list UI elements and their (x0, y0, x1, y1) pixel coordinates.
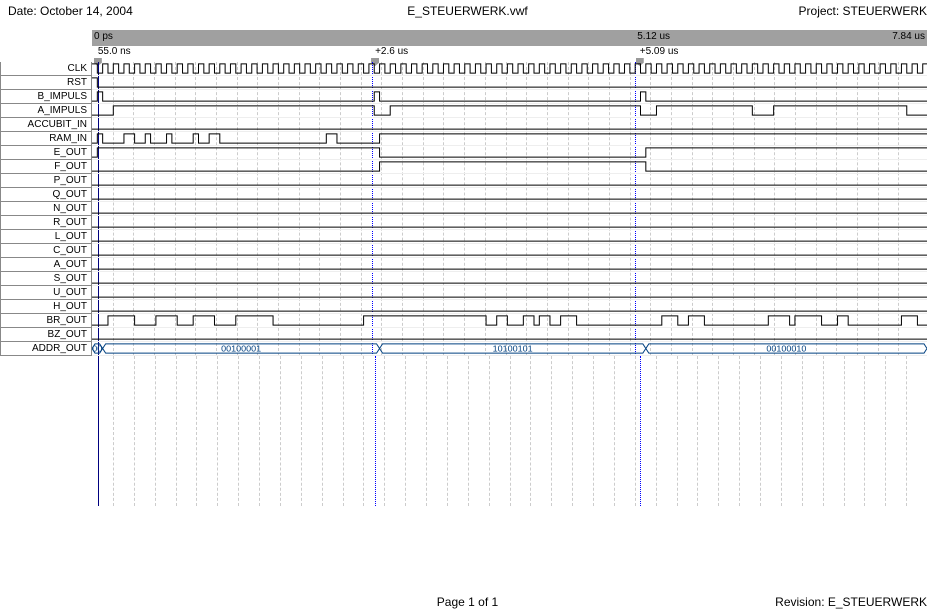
signal-label-ACCUBIT_IN[interactable]: ACCUBIT_IN (0, 118, 92, 132)
signal-label-BR_OUT[interactable]: BR_OUT (0, 314, 92, 328)
signal-label-N_OUT[interactable]: N_OUT (0, 202, 92, 216)
svg-text:00100010: 00100010 (766, 344, 806, 354)
wave-plot-A_OUT[interactable] (92, 258, 927, 272)
wave-plot-BZ_OUT[interactable] (92, 328, 927, 342)
wave-row-N_OUT: N_OUT (0, 202, 927, 216)
filename-label: E_STEUERWERK.vwf (407, 4, 527, 18)
marker-label-0: 55.0 ns (98, 46, 131, 57)
wave-row-Q_OUT: Q_OUT (0, 188, 927, 202)
signal-label-ADDR_OUT[interactable]: ADDR_OUT (0, 342, 92, 356)
wave-plot-RAM_IN[interactable] (92, 132, 927, 146)
wave-row-A_IMPULS: A_IMPULS (0, 104, 927, 118)
wave-plot-L_OUT[interactable] (92, 230, 927, 244)
master-cursor[interactable] (98, 356, 99, 506)
timeline-tick-end: 7.84 us (892, 31, 925, 42)
project-label: Project: STEUERWERK (799, 4, 927, 18)
wave-row-U_OUT: U_OUT (0, 286, 927, 300)
wave-row-H_OUT: H_OUT (0, 300, 927, 314)
page-label: Page 1 of 1 (437, 595, 498, 609)
signal-label-L_OUT[interactable]: L_OUT (0, 230, 92, 244)
svg-text:00: 00 (92, 344, 102, 354)
extend-area (92, 356, 927, 506)
signal-label-BZ_OUT[interactable]: BZ_OUT (0, 328, 92, 342)
wave-row-B_IMPULS: B_IMPULS (0, 90, 927, 104)
wave-plot-CLK[interactable] (92, 62, 927, 76)
cursor-line-1[interactable] (375, 356, 376, 506)
wave-row-R_OUT: R_OUT (0, 216, 927, 230)
wave-row-ACCUBIT_IN: ACCUBIT_IN (0, 118, 927, 132)
timeline-bar[interactable]: 0 ps 5.12 us 7.84 us (92, 30, 927, 46)
wave-row-C_OUT: C_OUT (0, 244, 927, 258)
wave-plot-N_OUT[interactable] (92, 202, 927, 216)
signal-label-F_OUT[interactable]: F_OUT (0, 160, 92, 174)
wave-plot-B_IMPULS[interactable] (92, 90, 927, 104)
signal-label-A_IMPULS[interactable]: A_IMPULS (0, 104, 92, 118)
wave-row-ADDR_OUT: ADDR_OUT00 00100001 10100101 00100010 (0, 342, 927, 356)
wave-plot-BR_OUT[interactable] (92, 314, 927, 328)
waves-area: CLKRSTB_IMPULSA_IMPULSACCUBIT_INRAM_INE_… (0, 62, 927, 356)
signal-label-RAM_IN[interactable]: RAM_IN (0, 132, 92, 146)
wave-plot-E_OUT[interactable] (92, 146, 927, 160)
footer: Page 1 of 1 Revision: E_STEUERWERK (0, 595, 935, 609)
svg-text:00100001: 00100001 (221, 344, 261, 354)
cursor-line-2[interactable] (640, 356, 641, 506)
wave-row-RST: RST (0, 76, 927, 90)
revision-label: Revision: E_STEUERWERK (775, 595, 927, 609)
signal-label-R_OUT[interactable]: R_OUT (0, 216, 92, 230)
marker-row: 55.0 ns +2.6 us +5.09 us (92, 46, 927, 62)
signal-label-E_OUT[interactable]: E_OUT (0, 146, 92, 160)
wave-plot-ADDR_OUT[interactable]: 00 00100001 10100101 00100010 (92, 342, 927, 356)
wave-plot-P_OUT[interactable] (92, 174, 927, 188)
timeline-tick-mid: 5.12 us (637, 31, 670, 42)
wave-plot-F_OUT[interactable] (92, 160, 927, 174)
wave-plot-RST[interactable] (92, 76, 927, 90)
signal-label-RST[interactable]: RST (0, 76, 92, 90)
wave-plot-U_OUT[interactable] (92, 286, 927, 300)
signal-label-C_OUT[interactable]: C_OUT (0, 244, 92, 258)
marker-label-2: +5.09 us (640, 46, 679, 57)
wave-row-L_OUT: L_OUT (0, 230, 927, 244)
wave-plot-R_OUT[interactable] (92, 216, 927, 230)
signal-label-P_OUT[interactable]: P_OUT (0, 174, 92, 188)
wave-plot-ACCUBIT_IN[interactable] (92, 118, 927, 132)
signal-label-U_OUT[interactable]: U_OUT (0, 286, 92, 300)
wave-row-S_OUT: S_OUT (0, 272, 927, 286)
wave-plot-H_OUT[interactable] (92, 300, 927, 314)
svg-text:10100101: 10100101 (493, 344, 533, 354)
wave-row-A_OUT: A_OUT (0, 258, 927, 272)
signal-label-B_IMPULS[interactable]: B_IMPULS (0, 90, 92, 104)
signal-label-S_OUT[interactable]: S_OUT (0, 272, 92, 286)
wave-plot-C_OUT[interactable] (92, 244, 927, 258)
wave-row-F_OUT: F_OUT (0, 160, 927, 174)
wave-plot-Q_OUT[interactable] (92, 188, 927, 202)
wave-row-P_OUT: P_OUT (0, 174, 927, 188)
wave-plot-S_OUT[interactable] (92, 272, 927, 286)
header: Date: October 14, 2004 E_STEUERWERK.vwf … (0, 0, 935, 22)
signal-label-Q_OUT[interactable]: Q_OUT (0, 188, 92, 202)
wave-plot-A_IMPULS[interactable] (92, 104, 927, 118)
wave-row-CLK: CLK (0, 62, 927, 76)
wave-row-E_OUT: E_OUT (0, 146, 927, 160)
signal-label-A_OUT[interactable]: A_OUT (0, 258, 92, 272)
date-label: Date: October 14, 2004 (8, 4, 133, 18)
wave-row-BR_OUT: BR_OUT (0, 314, 927, 328)
timeline: 0 ps 5.12 us 7.84 us 55.0 ns +2.6 us +5.09… (0, 30, 935, 62)
marker-label-1: +2.6 us (375, 46, 408, 57)
timeline-tick-start: 0 ps (92, 31, 113, 42)
signal-label-H_OUT[interactable]: H_OUT (0, 300, 92, 314)
wave-row-RAM_IN: RAM_IN (0, 132, 927, 146)
wave-row-BZ_OUT: BZ_OUT (0, 328, 927, 342)
signal-label-CLK[interactable]: CLK (0, 62, 92, 76)
